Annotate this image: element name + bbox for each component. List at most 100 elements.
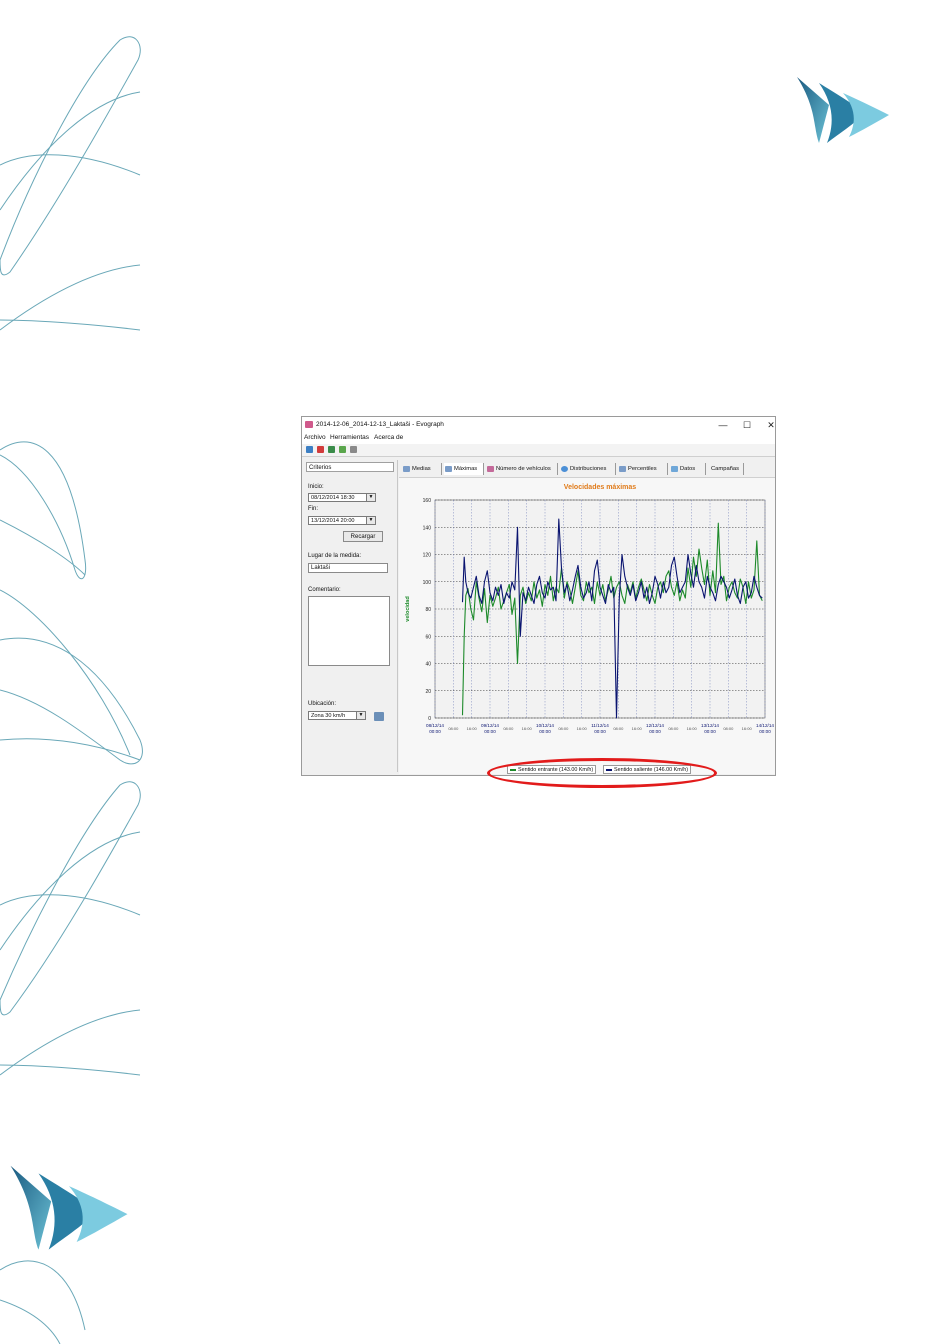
y-tick-label: 160 bbox=[423, 498, 432, 504]
inicio-date-picker[interactable]: 08/12/2014 18:30 ▼ bbox=[308, 493, 376, 502]
chevron-down-icon[interactable]: ▼ bbox=[366, 494, 375, 501]
tab-label: Distribuciones bbox=[570, 466, 607, 472]
x-minor-tick-label: 08:00 bbox=[558, 726, 569, 731]
export-icon[interactable] bbox=[339, 446, 346, 453]
bar-chart-icon bbox=[487, 466, 494, 472]
tab-maximas[interactable]: Máximas bbox=[444, 463, 484, 475]
fin-label: Fin: bbox=[308, 506, 319, 512]
tab-datos[interactable]: Datos bbox=[670, 463, 706, 475]
fin-value: 13/12/2014 20:00 bbox=[311, 518, 355, 524]
reload-button[interactable]: Recargar bbox=[343, 531, 383, 542]
app-window: 2014-12-06_2014-12-13_Laktaši - Evograph… bbox=[301, 416, 776, 776]
x-tick-label: 00:00 bbox=[429, 729, 441, 734]
chart-area: Velocidades máximas velocidad 0 20 40 60 80 100… bbox=[399, 477, 775, 774]
open-folder-icon[interactable] bbox=[306, 446, 313, 453]
ubicacion-value: Zona 30 km/h bbox=[311, 713, 346, 719]
line-chart-icon bbox=[619, 466, 626, 472]
menu-archivo[interactable]: Archivo bbox=[304, 434, 326, 441]
tab-campanas[interactable]: Campañas bbox=[708, 463, 744, 475]
lugar-label: Lugar de la medida: bbox=[308, 553, 362, 559]
x-minor-tick-label: 16:00 bbox=[632, 726, 643, 731]
title-bar: 2014-12-06_2014-12-13_Laktaši - Evograph… bbox=[302, 417, 775, 433]
legend-swatch bbox=[510, 769, 516, 771]
y-tick-label: 100 bbox=[423, 580, 432, 586]
menu-acerca-de[interactable]: Acerca de bbox=[374, 434, 403, 441]
x-minor-tick-label: 16:00 bbox=[577, 726, 588, 731]
y-tick-label: 140 bbox=[423, 525, 432, 531]
y-tick-label: 80 bbox=[425, 607, 431, 613]
legend-item-outgoing: Sentido saliente (146.00 Km/h) bbox=[603, 765, 692, 774]
criteria-header: Criterios bbox=[306, 462, 394, 472]
app-icon bbox=[305, 421, 313, 428]
menu-bar: Archivo Herramientas Acerca de bbox=[302, 433, 775, 444]
x-minor-tick-label: 08:00 bbox=[448, 726, 459, 731]
x-minor-tick-label: 08:00 bbox=[503, 726, 514, 731]
x-minor-tick-label: 08:00 bbox=[613, 726, 624, 731]
location-settings-icon[interactable] bbox=[374, 712, 384, 721]
table-icon bbox=[671, 466, 678, 472]
x-tick-label: 00:00 bbox=[539, 729, 551, 734]
close-button[interactable]: ✕ bbox=[762, 419, 780, 431]
legend: Sentido entrante (143.00 Km/h) Sentido s… bbox=[507, 765, 692, 776]
x-tick-label: 00:00 bbox=[594, 729, 606, 734]
legend-item-incoming: Sentido entrante (143.00 Km/h) bbox=[507, 765, 597, 774]
velocity-chart: Velocidades máximas velocidad 0 20 40 60 80 100… bbox=[405, 484, 774, 734]
inicio-label: Inicio: bbox=[308, 484, 324, 490]
tab-label: Medias bbox=[412, 466, 431, 472]
line-chart-icon bbox=[445, 466, 452, 472]
minimize-button[interactable]: — bbox=[714, 419, 732, 431]
x-tick-label: 09/12/14 bbox=[481, 723, 499, 728]
y-tick-label: 120 bbox=[423, 553, 432, 559]
x-tick-label: 08/12/14 bbox=[426, 723, 444, 728]
x-tick-label: 00:00 bbox=[484, 729, 496, 734]
toolbar bbox=[302, 444, 775, 457]
criteria-panel: Criterios Inicio: 08/12/2014 18:30 ▼ Fin… bbox=[305, 460, 398, 772]
tab-distribuciones[interactable]: Distribuciones bbox=[560, 463, 616, 475]
tab-label: Máximas bbox=[454, 466, 478, 472]
x-minor-tick-label: 08:00 bbox=[723, 726, 734, 731]
x-tick-label: 11/12/14 bbox=[591, 723, 609, 728]
x-minor-tick-label: 16:00 bbox=[522, 726, 533, 731]
y-tick-label: 20 bbox=[425, 689, 431, 695]
window-title: 2014-12-06_2014-12-13_Laktaši - Evograph bbox=[316, 421, 444, 428]
print-icon[interactable] bbox=[350, 446, 357, 453]
chevron-down-icon[interactable]: ▼ bbox=[356, 712, 365, 719]
pie-chart-icon bbox=[561, 466, 568, 472]
maximize-button[interactable]: ☐ bbox=[738, 419, 756, 431]
x-tick-label: 10/12/14 bbox=[536, 723, 554, 728]
chevron-down-icon[interactable]: ▼ bbox=[366, 517, 375, 524]
ubicacion-label: Ubicación: bbox=[308, 701, 337, 707]
tab-label: Campañas bbox=[711, 466, 740, 472]
tab-label: Datos bbox=[680, 466, 696, 472]
y-tick-label: 0 bbox=[428, 716, 431, 722]
line-chart-icon bbox=[403, 466, 410, 472]
logo bbox=[10, 1165, 128, 1250]
x-minor-tick-label: 08:00 bbox=[668, 726, 679, 731]
comentario-field[interactable] bbox=[308, 596, 390, 666]
legend-swatch bbox=[606, 769, 612, 771]
x-minor-tick-label: 16:00 bbox=[742, 726, 753, 731]
legend-label: Sentido entrante (143.00 Km/h) bbox=[518, 767, 594, 773]
tab-percentiles[interactable]: Percentiles bbox=[618, 463, 668, 475]
tab-numero-vehiculos[interactable]: Número de vehículos bbox=[486, 463, 558, 475]
x-tick-label: 13/12/14 bbox=[701, 723, 719, 728]
tab-medias[interactable]: Medias bbox=[402, 463, 442, 475]
x-tick-label: 00:00 bbox=[759, 729, 771, 734]
inicio-value: 08/12/2014 18:30 bbox=[311, 495, 355, 501]
tab-bar: Medias Máximas Número de vehículos Distr… bbox=[402, 463, 772, 475]
y-tick-label: 40 bbox=[425, 662, 431, 668]
x-tick-label: 00:00 bbox=[649, 729, 661, 734]
x-tick-label: 00:00 bbox=[704, 729, 716, 734]
lugar-field[interactable]: Laktaši bbox=[308, 563, 388, 573]
menu-herramientas[interactable]: Herramientas bbox=[330, 434, 369, 441]
legend-label: Sentido saliente (146.00 Km/h) bbox=[614, 767, 689, 773]
x-minor-tick-label: 16:00 bbox=[467, 726, 478, 731]
y-tick-label: 60 bbox=[425, 634, 431, 640]
x-tick-label: 14/12/14 bbox=[756, 723, 774, 728]
fin-date-picker[interactable]: 13/12/2014 20:00 ▼ bbox=[308, 516, 376, 525]
save-icon[interactable] bbox=[328, 446, 335, 453]
x-tick-label: 12/12/14 bbox=[646, 723, 664, 728]
pdf-icon[interactable] bbox=[317, 446, 324, 453]
chart-title: Velocidades máximas bbox=[564, 484, 636, 491]
ubicacion-select[interactable]: Zona 30 km/h ▼ bbox=[308, 711, 366, 720]
